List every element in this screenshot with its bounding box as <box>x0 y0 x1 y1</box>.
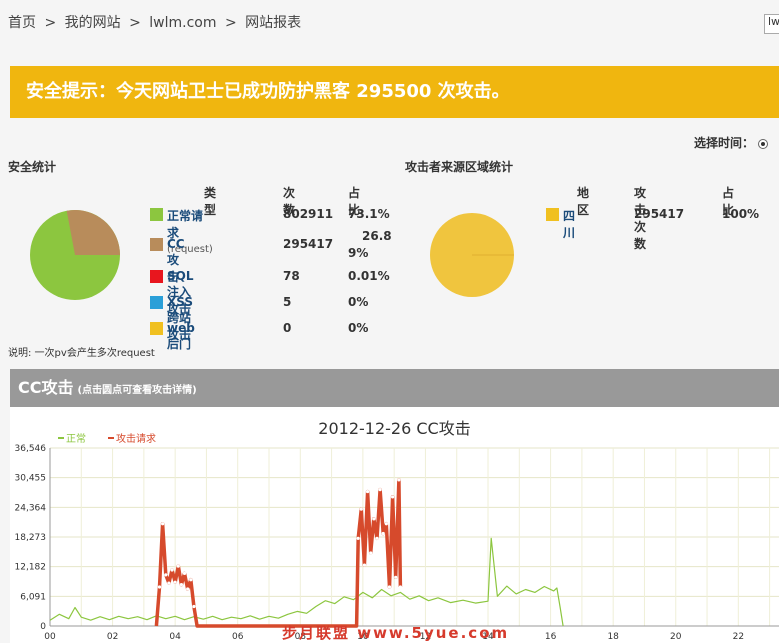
ratio-normal: 73.1% <box>348 207 390 221</box>
legend-swatch-webshell <box>150 322 163 335</box>
attack-data-point <box>390 495 395 499</box>
watermark: 步月联盟 www.5yue.com <box>282 624 510 642</box>
breadcrumb-site[interactable]: lwlm.com <box>149 15 216 31</box>
count-cc: 295417 <box>283 237 334 251</box>
attack-data-point <box>372 517 376 521</box>
time-select: 选择时间： <box>694 134 769 151</box>
attack-data-point <box>189 578 193 582</box>
breadcrumb-home[interactable]: 首页 <box>8 15 36 31</box>
pie-slice-cc <box>66 210 120 255</box>
time-select-label: 选择时间： <box>694 136 755 150</box>
attack-data-point <box>359 507 363 511</box>
y-tick-label: 18,273 <box>15 533 47 543</box>
ratio-xss: 0% <box>348 295 369 309</box>
type-normal-label: 正常请求 <box>167 209 204 240</box>
time-radio-button[interactable] <box>758 138 769 149</box>
region-ratio-sichuan: 100% <box>722 207 760 221</box>
attack-data-point <box>375 536 379 540</box>
y-tick-label: 0 <box>40 622 46 632</box>
breadcrumb-separator: > <box>44 15 57 31</box>
attack-data-point <box>362 563 367 567</box>
cc-section-title: CC攻击 <box>18 378 74 397</box>
attack-data-point <box>173 580 177 584</box>
x-tick-label: 06 <box>232 632 244 642</box>
breadcrumb: 首页 > 我的网站 > lwlm.com > 网站报表 <box>8 12 305 32</box>
col-header-region: 地区 <box>577 186 590 217</box>
region-pie-chart <box>430 213 514 297</box>
attack-data-point <box>378 488 382 492</box>
y-tick-label: 24,364 <box>15 503 47 513</box>
attack-data-point <box>369 551 373 555</box>
attack-data-point <box>192 604 196 609</box>
x-tick-label: 22 <box>733 632 744 642</box>
cc-attack-line-chart[interactable]: 0 6,091 12,182 18,273 24,364 30,455 36,546 00 02… <box>0 407 779 643</box>
attack-data-point <box>387 585 392 589</box>
cc-section-subtitle: (点击圆点可查看攻击详情) <box>77 385 197 396</box>
legend-swatch-sql <box>150 270 163 283</box>
security-stats-title: 安全统计 <box>8 160 57 174</box>
security-pie-chart <box>30 210 120 300</box>
x-tick-label: 20 <box>670 632 682 642</box>
region-count-sichuan: 295417 <box>634 207 685 221</box>
series-line-attack <box>154 478 403 628</box>
legend-swatch-sichuan <box>546 208 559 221</box>
x-tick-label: 04 <box>169 632 181 642</box>
y-tick-label: 30,455 <box>15 474 47 484</box>
site-select-input[interactable]: lw <box>764 14 779 34</box>
breadcrumb-my-sites[interactable]: 我的网站 <box>65 15 121 31</box>
count-sql: 78 <box>283 269 300 283</box>
legend-swatch-cc <box>150 238 163 251</box>
attack-data-point <box>167 581 171 585</box>
attack-data-point <box>398 585 403 589</box>
attack-data-point <box>381 531 385 536</box>
y-tick-label: 36,546 <box>15 444 47 454</box>
x-tick-label: 16 <box>545 632 557 642</box>
attack-data-point <box>161 522 165 526</box>
ratio-webshell: 0% <box>348 321 369 335</box>
stats-note: 说明: 一次pv会产生多次request <box>8 348 155 359</box>
cc-section-header: CC攻击 (点击圆点可查看攻击详情) <box>10 369 779 407</box>
ratio-cc-wrap: 9% <box>348 246 369 260</box>
attack-data-point <box>176 564 180 568</box>
ratio-cc: 26.8 <box>362 229 392 243</box>
ratio-sql: 0.01% <box>348 269 390 283</box>
region-stats-title: 攻击者来源区域统计 <box>405 160 514 174</box>
x-tick-label: 00 <box>44 632 56 642</box>
type-web-backdoor[interactable]: web后门 <box>167 321 195 352</box>
series-line-normal <box>49 537 564 627</box>
breadcrumb-report: 网站报表 <box>245 15 302 31</box>
legend-label-normal: 正常 <box>66 432 86 445</box>
count-xss: 5 <box>283 295 292 309</box>
attack-data-point <box>179 583 184 587</box>
attack-data-point <box>182 571 187 575</box>
legend-swatch-normal <box>150 208 163 221</box>
count-normal: 802911 <box>283 207 334 221</box>
x-tick-label: 02 <box>107 632 118 642</box>
x-tick-label: 18 <box>607 632 619 642</box>
breadcrumb-separator: > <box>224 15 237 31</box>
attack-data-point <box>394 575 398 579</box>
count-webshell: 0 <box>283 321 292 335</box>
region-sichuan: 四川 <box>563 209 576 240</box>
attack-data-point <box>356 536 360 540</box>
y-tick-label: 12,182 <box>15 563 47 573</box>
legend-label-attack: 攻击请求 <box>116 432 156 445</box>
security-alert-banner: 安全提示：今天网站卫士已成功防护黑客 295500 次攻击。 <box>10 66 779 118</box>
attack-data-point <box>186 587 190 591</box>
y-tick-label: 6,091 <box>20 592 46 602</box>
attack-data-point <box>365 489 370 494</box>
attack-data-point <box>170 568 174 572</box>
attack-data-point <box>164 573 168 577</box>
attack-data-point <box>397 478 401 482</box>
legend-swatch-xss <box>150 296 163 309</box>
attack-data-point <box>384 522 388 526</box>
breadcrumb-separator: > <box>129 15 141 31</box>
attack-data-point <box>157 585 162 589</box>
